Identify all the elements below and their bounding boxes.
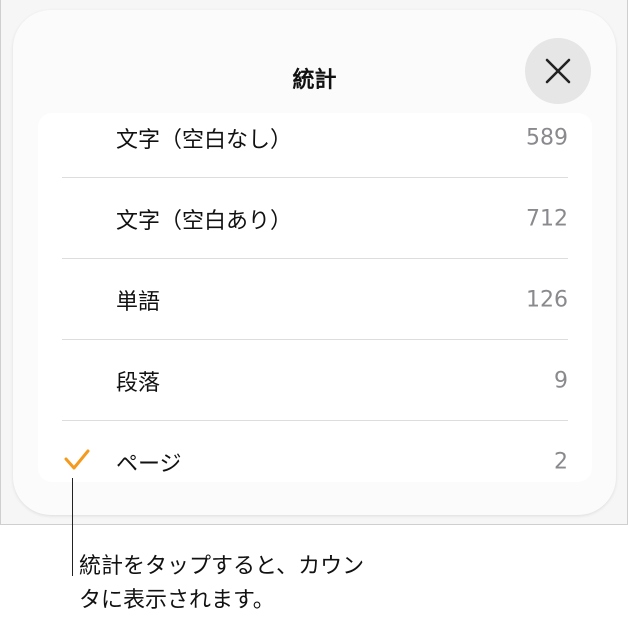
close-icon — [545, 58, 571, 84]
stat-label: ページ — [116, 452, 182, 477]
stat-row-characters-no-spaces[interactable]: 文字（空白なし） 589 — [38, 113, 592, 178]
stat-value: 712 — [526, 206, 568, 232]
stat-value: 9 — [554, 368, 568, 394]
statistics-sheet: 統計 文字（空白なし） 589 文字（空白あり） 712 単語 126 段落 9… — [13, 10, 616, 515]
statistics-list: 文字（空白なし） 589 文字（空白あり） 712 単語 126 段落 9 ペー… — [38, 113, 592, 482]
row-divider — [62, 420, 568, 421]
checkmark-icon — [64, 449, 90, 475]
stat-value: 2 — [554, 449, 568, 475]
row-divider — [62, 177, 568, 178]
stat-label: 文字（空白なし） — [116, 128, 293, 153]
callout-line-2: タに表示されます。 — [79, 588, 275, 613]
callout-line — [72, 478, 73, 576]
stat-label: 単語 — [116, 290, 161, 315]
stat-value: 589 — [526, 125, 568, 151]
stat-row-pages[interactable]: ページ 2 — [38, 422, 592, 482]
stat-label: 段落 — [116, 371, 161, 396]
stat-row-paragraphs[interactable]: 段落 9 — [38, 341, 592, 421]
row-divider — [62, 339, 568, 340]
callout-line-1: 統計をタップすると、カウン — [79, 554, 365, 579]
close-button[interactable] — [525, 38, 591, 104]
stat-row-characters-with-spaces[interactable]: 文字（空白あり） 712 — [38, 179, 592, 259]
row-divider — [62, 258, 568, 259]
stat-value: 126 — [526, 287, 568, 313]
stat-label: 文字（空白あり） — [116, 209, 293, 234]
callout-text: 統計をタップすると、カウン タに表示されます。 — [79, 550, 429, 618]
stat-row-words[interactable]: 単語 126 — [38, 260, 592, 340]
screenshot-frame: 統計 文字（空白なし） 589 文字（空白あり） 712 単語 126 段落 9… — [0, 0, 628, 525]
